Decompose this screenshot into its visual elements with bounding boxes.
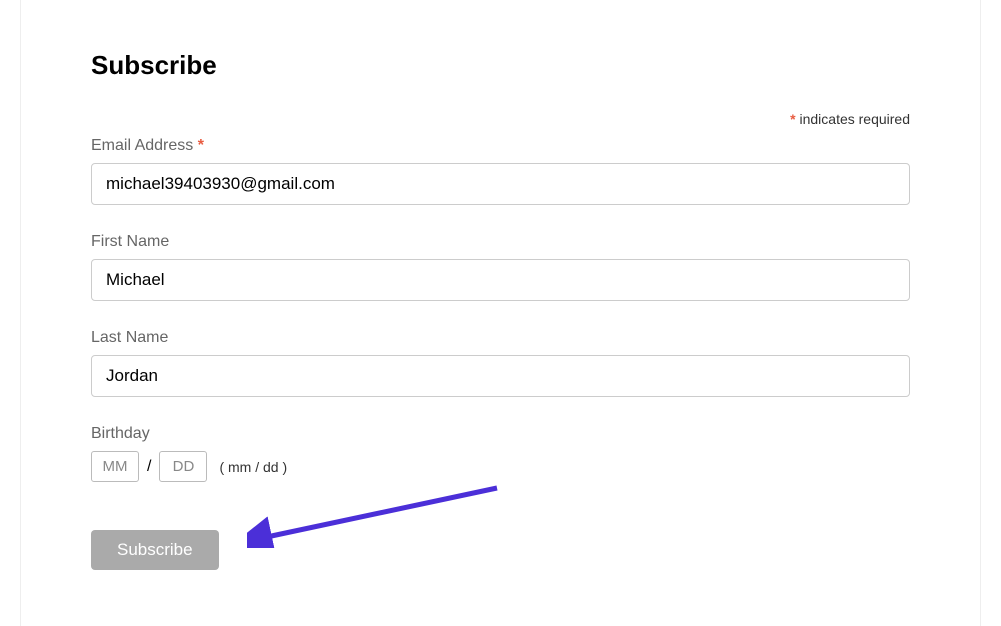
last-name-field[interactable]: [91, 355, 910, 397]
email-label: Email Address *: [91, 137, 910, 155]
required-note-text: indicates required: [796, 111, 910, 127]
email-group: Email Address *: [91, 137, 910, 205]
last-name-group: Last Name: [91, 329, 910, 397]
first-name-group: First Name: [91, 233, 910, 301]
first-name-label: First Name: [91, 233, 910, 251]
subscribe-button[interactable]: Subscribe: [91, 530, 219, 570]
birthday-day-field[interactable]: [159, 451, 207, 482]
first-name-field[interactable]: [91, 259, 910, 301]
birthday-hint: ( mm / dd ): [219, 459, 287, 475]
birthday-month-field[interactable]: [91, 451, 139, 482]
page-title: Subscribe: [91, 50, 910, 81]
birthday-label: Birthday: [91, 425, 910, 443]
birthday-group: Birthday / ( mm / dd ): [91, 425, 910, 482]
birthday-slash: /: [147, 458, 151, 476]
email-field[interactable]: [91, 163, 910, 205]
birthday-row: / ( mm / dd ): [91, 451, 910, 482]
last-name-label: Last Name: [91, 329, 910, 347]
asterisk-icon: *: [198, 137, 204, 154]
required-indicator-note: * indicates required: [91, 111, 910, 127]
email-label-text: Email Address: [91, 137, 198, 154]
subscribe-form-container: Subscribe * indicates required Email Add…: [20, 0, 981, 626]
